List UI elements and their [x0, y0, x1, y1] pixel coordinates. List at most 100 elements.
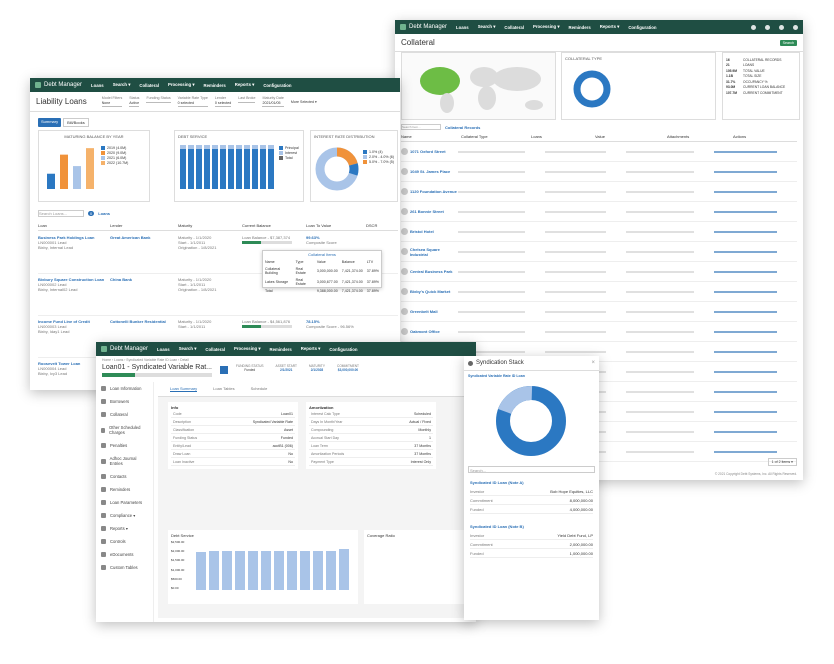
sidebar-item[interactable]: Other Scheduled Charges — [96, 421, 153, 439]
lender-link[interactable]: China Bank — [110, 277, 178, 315]
filter-field[interactable]: Status Active — [129, 96, 140, 107]
brand[interactable]: Debt Manager — [400, 24, 447, 30]
brand[interactable]: Debt Manager — [35, 82, 82, 88]
nav-configuration[interactable]: Configuration — [628, 25, 656, 30]
nav-search[interactable]: Search ▾ — [179, 346, 197, 352]
nav-reminders[interactable]: Reminders — [569, 25, 591, 30]
column-header[interactable]: Maturity — [178, 223, 242, 228]
column-header[interactable]: Loans — [531, 134, 595, 139]
item-link[interactable]: 1071 Oxford Street — [410, 149, 446, 154]
item-link[interactable]: Central Business Park — [410, 269, 452, 274]
search-icon[interactable] — [793, 24, 798, 30]
item-link[interactable]: 1049 St. James Place — [410, 169, 450, 174]
item-link[interactable]: 261 Bonnie Street — [410, 209, 444, 214]
tab-loan-tables[interactable]: Loan Tables — [213, 386, 235, 392]
column-header[interactable]: Name — [401, 134, 461, 139]
filter-field[interactable]: Variable Rate Type 0 selected — [177, 96, 208, 107]
filter-field[interactable]: Funding Status — [146, 96, 171, 107]
table-row[interactable]: Chelsea Square Industrial — [401, 242, 797, 262]
nav-loans[interactable]: Loans — [91, 83, 104, 88]
nav-collateral[interactable]: Collateral — [504, 25, 524, 30]
search-button[interactable]: Search — [779, 39, 797, 46]
sidebar-item[interactable]: eDocuments — [96, 548, 153, 561]
nav-reports[interactable]: Reports ▾ — [301, 346, 321, 352]
filter-field[interactable]: Maturity Date 2021/01/05 — [262, 96, 284, 107]
sidebar-item[interactable]: Contacts — [96, 470, 153, 483]
sidebar-item[interactable]: Loan Information — [96, 382, 153, 395]
nav-reminders[interactable]: Reminders — [270, 347, 292, 352]
sidebar-item[interactable]: Compliance ▾ — [96, 509, 153, 522]
nav-reports[interactable]: Reports ▾ — [235, 82, 255, 88]
sidebar-item[interactable]: Reminders — [96, 483, 153, 496]
item-link[interactable]: Bixby's Quick Market — [410, 289, 450, 294]
sidebar-item[interactable]: Reports ▾ — [96, 522, 153, 535]
filter-field[interactable]: Last Broke — [238, 96, 256, 107]
sidebar-item[interactable]: Penalties — [96, 439, 153, 452]
nav-loans[interactable]: Loans — [157, 347, 170, 352]
filter-field[interactable]: Lender 0 selected — [214, 96, 232, 107]
column-header[interactable]: Loan — [38, 223, 110, 228]
column-header[interactable]: Lender — [110, 223, 178, 228]
tab-schedule[interactable]: Schedule — [251, 386, 268, 392]
table-row[interactable]: 1120 Foundation Avenue — [401, 182, 797, 202]
table-row[interactable]: 261 Bonnie Street — [401, 202, 797, 222]
column-header[interactable]: Current Balance — [242, 223, 306, 228]
help-icon[interactable] — [765, 24, 770, 30]
close-icon[interactable]: × — [591, 360, 595, 366]
item-link[interactable]: Chelsea Square Industrial — [410, 247, 458, 257]
brand[interactable]: Debt Manager — [101, 346, 148, 352]
nav-collateral[interactable]: Collateral — [139, 83, 159, 88]
nav-processing[interactable]: Processing ▾ — [533, 24, 560, 30]
table-row[interactable]: Bixby's Quick Market — [401, 282, 797, 302]
search-input[interactable]: Search... — [468, 466, 595, 473]
table-row[interactable]: Oakmont Office — [401, 322, 797, 342]
nav-processing[interactable]: Processing ▾ — [168, 82, 195, 88]
column-header[interactable]: Value — [595, 134, 667, 139]
column-header[interactable]: DSCR — [366, 223, 396, 228]
table-row[interactable]: Bristol Hotel — [401, 222, 797, 242]
nav-search[interactable]: Search ▾ — [113, 82, 131, 88]
column-header[interactable]: Attachments — [667, 134, 733, 139]
nav-reminders[interactable]: Reminders — [204, 83, 226, 88]
bell-icon[interactable] — [751, 24, 756, 30]
sync-icon[interactable] — [220, 366, 228, 374]
note-title[interactable]: Syndicated ID Loan (Note B) — [470, 524, 593, 529]
lender-link[interactable]: Great American Bank — [110, 235, 178, 273]
search-input[interactable]: Search Loans... — [38, 210, 84, 217]
column-header[interactable]: Actions — [733, 134, 773, 139]
nav-search[interactable]: Search ▾ — [478, 24, 496, 30]
filter-field[interactable]: Model Filters None — [101, 96, 123, 107]
tab-summary[interactable]: Summary — [38, 118, 62, 127]
star-icon[interactable] — [779, 24, 784, 30]
note-title[interactable]: Syndicated ID Loan (Note A) — [470, 480, 593, 485]
item-link[interactable]: 1120 Foundation Avenue — [410, 189, 457, 194]
table-row[interactable]: 1049 St. James Place — [401, 162, 797, 182]
tab-loan-summary[interactable]: Loan Summary — [170, 386, 198, 392]
sidebar-item[interactable]: Borrowers — [96, 395, 153, 408]
tab-billbooks[interactable]: Bill/Books — [63, 118, 89, 127]
sidebar-item[interactable]: Adhoc Journal Entries — [96, 452, 153, 470]
sidebar-item[interactable]: Loan Parameters — [96, 496, 153, 509]
card-title: Coverage Ratio — [367, 533, 395, 538]
table-row[interactable]: Central Business Park — [401, 262, 797, 282]
column-header[interactable]: Collateral Type — [461, 134, 531, 139]
table-row[interactable]: 1071 Oxford Street — [401, 142, 797, 162]
footer: © 2021 Copyright Debt Systems, Inc. All … — [714, 472, 797, 476]
item-link[interactable]: Oakmont Office — [410, 329, 440, 334]
column-header[interactable]: Loan To Value — [306, 223, 366, 228]
sidebar-item[interactable]: Controls — [96, 535, 153, 548]
table-row[interactable]: Greenbelt Mall — [401, 302, 797, 322]
nav-loans[interactable]: Loans — [456, 25, 469, 30]
nav-configuration[interactable]: Configuration — [329, 347, 357, 352]
search-input[interactable]: Search Item... — [401, 124, 441, 130]
item-link[interactable]: Greenbelt Mall — [410, 309, 438, 314]
nav-reports[interactable]: Reports ▾ — [600, 24, 620, 30]
nav-configuration[interactable]: Configuration — [263, 83, 291, 88]
sidebar-item[interactable]: Custom Tables — [96, 561, 153, 574]
sidebar-item[interactable]: Collateral — [96, 408, 153, 421]
nav-collateral[interactable]: Collateral — [205, 347, 225, 352]
nav-processing[interactable]: Processing ▾ — [234, 346, 261, 352]
item-link[interactable]: Bristol Hotel — [410, 229, 434, 234]
more-selected[interactable]: More Selected ▾ — [291, 100, 317, 104]
pager[interactable]: 1 of 2 items ▾ — [767, 458, 797, 466]
